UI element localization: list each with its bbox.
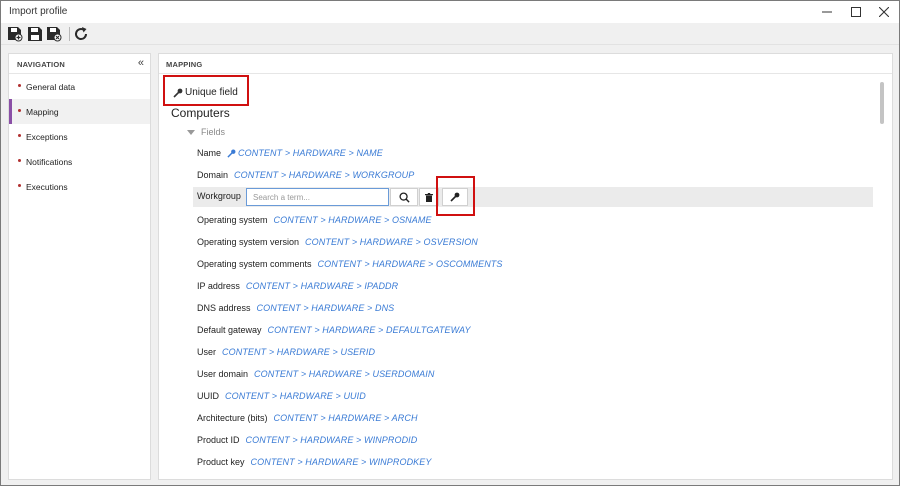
bullet-icon	[18, 84, 21, 87]
field-row[interactable]: Operating system comments CONTENT > HARD…	[197, 257, 503, 271]
scrollbar-thumb[interactable]	[880, 82, 884, 124]
field-row-workgroup[interactable]: Workgroup	[193, 187, 873, 207]
highlight-box	[163, 75, 249, 106]
field-label: Product key	[197, 457, 245, 467]
save-button[interactable]	[27, 26, 43, 42]
toolbar-separator	[69, 27, 70, 41]
field-path[interactable]: CONTENT > HARDWARE > USERDOMAIN	[254, 369, 434, 379]
field-label: Architecture (bits)	[197, 413, 268, 423]
nav-item-exceptions[interactable]: Exceptions	[9, 124, 150, 149]
field-label: Name	[197, 148, 222, 158]
navigation-title: NAVIGATION	[17, 60, 65, 69]
close-button[interactable]	[870, 1, 898, 23]
field-path[interactable]: CONTENT > HARDWARE > ARCH	[274, 413, 418, 423]
search-icon	[398, 191, 410, 203]
field-path[interactable]: CONTENT > HARDWARE > NAME	[227, 148, 383, 158]
field-row[interactable]: Operating system version CONTENT > HARDW…	[197, 235, 478, 249]
caret-down-icon	[187, 129, 195, 135]
field-label: Domain	[197, 170, 229, 180]
highlight-box	[436, 176, 475, 216]
save-new-icon	[8, 27, 23, 42]
import-profile-window: Import profile NAVIGATION « General data…	[0, 0, 900, 486]
field-label: IP address	[197, 281, 240, 291]
field-label: Operating system	[197, 215, 268, 225]
bullet-icon	[18, 184, 21, 187]
field-path[interactable]: CONTENT > HARDWARE > DNS	[257, 303, 395, 313]
field-row[interactable]: User domain CONTENT > HARDWARE > USERDOM…	[197, 367, 435, 381]
field-path[interactable]: CONTENT > HARDWARE > USERID	[222, 347, 375, 357]
field-row[interactable]: Product key CONTENT > HARDWARE > WINPROD…	[197, 455, 432, 469]
save-close-button[interactable]	[46, 26, 62, 42]
save-icon	[28, 27, 42, 41]
maximize-icon	[851, 7, 861, 17]
field-row[interactable]: Product ID CONTENT > HARDWARE > WINPRODI…	[197, 433, 417, 447]
mapping-title: MAPPING	[166, 60, 203, 69]
field-label: Workgroup	[197, 191, 241, 201]
nav-item-label: General data	[26, 82, 76, 92]
field-row[interactable]: User CONTENT > HARDWARE > USERID	[197, 345, 375, 359]
trash-icon	[425, 192, 433, 202]
field-row-domain[interactable]: Domain CONTENT > HARDWARE > WORKGROUP	[197, 168, 414, 182]
nav-item-label: Exceptions	[26, 132, 68, 142]
field-label: Operating system comments	[197, 259, 312, 269]
nav-item-notifications[interactable]: Notifications	[9, 149, 150, 174]
nav-item-general-data[interactable]: General data	[9, 74, 150, 99]
field-row[interactable]: Operating system CONTENT > HARDWARE > OS…	[197, 213, 432, 227]
maximize-button[interactable]	[842, 1, 870, 23]
field-label: DNS address	[197, 303, 251, 313]
collapse-icon[interactable]: «	[138, 58, 144, 69]
nav-item-label: Notifications	[26, 157, 73, 167]
field-label: User	[197, 347, 217, 357]
bullet-icon	[18, 159, 21, 162]
field-row[interactable]: DNS address CONTENT > HARDWARE > DNS	[197, 301, 394, 315]
minimize-button[interactable]	[813, 1, 841, 23]
field-row[interactable]: Default gateway CONTENT > HARDWARE > DEF…	[197, 323, 471, 337]
search-button[interactable]	[390, 188, 418, 206]
refresh-icon	[75, 27, 88, 40]
field-path[interactable]: CONTENT > HARDWARE > OSCOMMENTS	[318, 259, 503, 269]
search-input[interactable]	[246, 188, 389, 206]
field-label: Operating system version	[197, 237, 300, 247]
field-label: Default gateway	[197, 325, 262, 335]
field-label: Product ID	[197, 435, 240, 445]
mapping-header: MAPPING	[159, 54, 892, 74]
field-label: User domain	[197, 369, 249, 379]
save-new-button[interactable]	[7, 26, 23, 42]
field-path[interactable]: CONTENT > HARDWARE > OSNAME	[274, 215, 432, 225]
field-row[interactable]: IP address CONTENT > HARDWARE > IPADDR	[197, 279, 398, 293]
field-label: UUID	[197, 391, 219, 401]
fields-toggle[interactable]: Fields	[187, 127, 225, 137]
save-close-icon	[47, 27, 62, 42]
key-icon	[227, 149, 236, 158]
mapping-panel: MAPPING Unique field Computers Fields Na…	[158, 53, 893, 480]
close-icon	[879, 7, 889, 17]
field-path[interactable]: CONTENT > HARDWARE > WINPRODID	[246, 435, 418, 445]
field-path[interactable]: CONTENT > HARDWARE > WINPRODKEY	[251, 457, 432, 467]
minimize-icon	[822, 11, 832, 13]
refresh-button[interactable]	[73, 26, 89, 42]
field-row-name[interactable]: Name CONTENT > HARDWARE > NAME	[197, 146, 383, 160]
nav-item-label: Mapping	[26, 107, 59, 117]
toolbar	[1, 23, 899, 45]
nav-item-label: Executions	[26, 182, 68, 192]
navigation-header: NAVIGATION «	[9, 54, 150, 74]
field-path-text: CONTENT > HARDWARE > NAME	[238, 148, 383, 158]
section-title: Computers	[171, 106, 230, 120]
field-path[interactable]: CONTENT > HARDWARE > WORKGROUP	[234, 170, 414, 180]
fields-label: Fields	[201, 127, 226, 137]
title-bar: Import profile	[1, 1, 899, 23]
field-row[interactable]: Architecture (bits) CONTENT > HARDWARE >…	[197, 411, 418, 425]
window-title: Import profile	[9, 6, 68, 17]
field-path[interactable]: CONTENT > HARDWARE > DEFAULTGATEWAY	[268, 325, 471, 335]
navigation-panel: NAVIGATION « General data Mapping Except…	[8, 53, 151, 480]
bullet-icon	[18, 134, 21, 137]
field-path[interactable]: CONTENT > HARDWARE > IPADDR	[246, 281, 398, 291]
nav-item-executions[interactable]: Executions	[9, 174, 150, 199]
field-path[interactable]: CONTENT > HARDWARE > UUID	[225, 391, 366, 401]
bullet-icon	[18, 109, 21, 112]
field-row[interactable]: UUID CONTENT > HARDWARE > UUID	[197, 389, 366, 403]
nav-item-mapping[interactable]: Mapping	[9, 99, 150, 124]
field-path[interactable]: CONTENT > HARDWARE > OSVERSION	[305, 237, 478, 247]
